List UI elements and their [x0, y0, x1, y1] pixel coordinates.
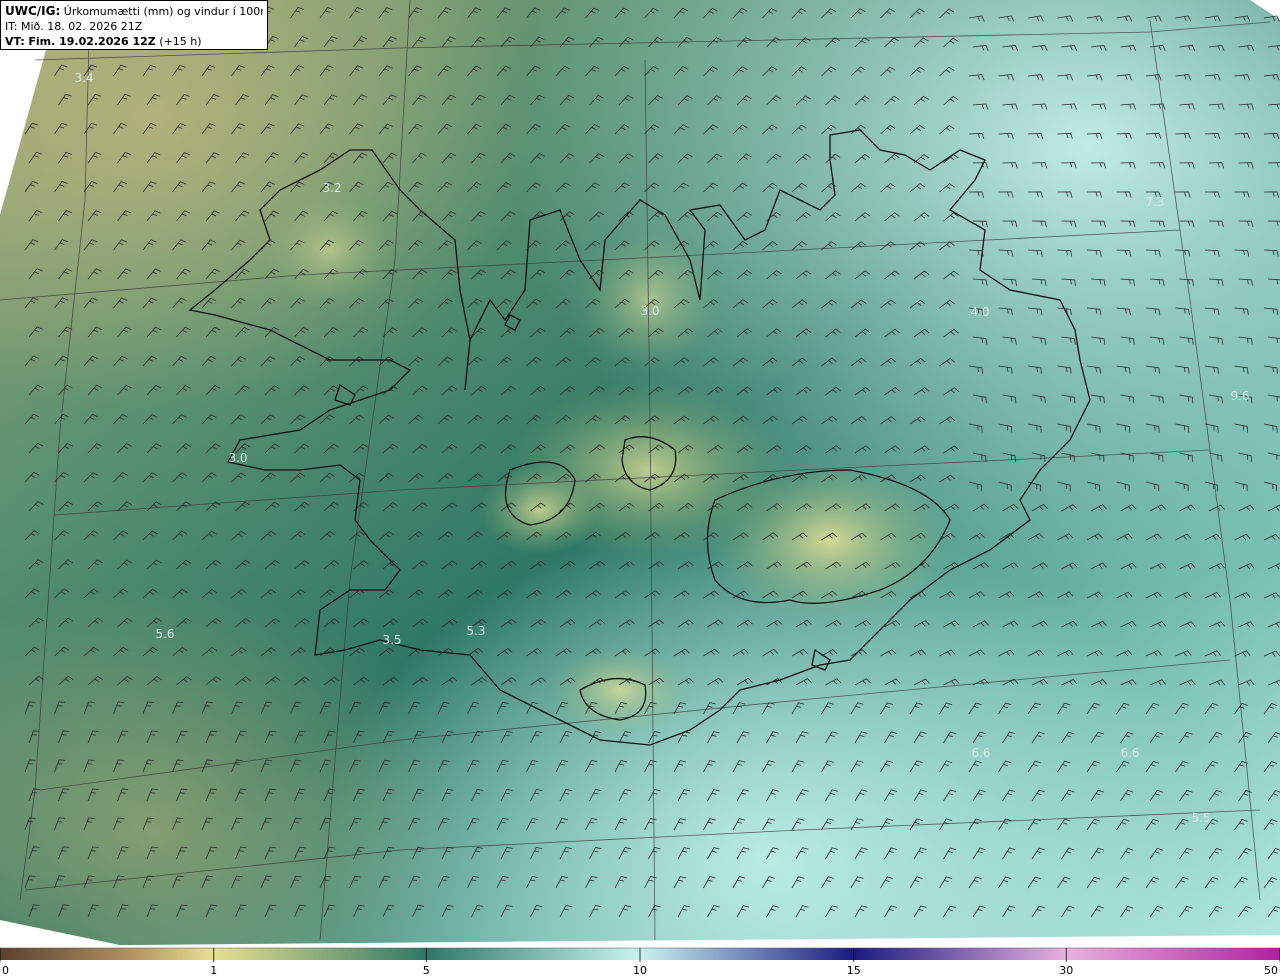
vt-label: VT:: [5, 35, 25, 48]
header-title-line: UWC/IG: Úrkomumætti (mm) og vindur í 100…: [5, 4, 263, 19]
colorbar-tick-label: 5: [423, 964, 430, 977]
colorbar-tick-label: 50: [1264, 964, 1278, 977]
value-label: 9.6: [1230, 389, 1249, 403]
vt-value: Fim. 19.02.2026 12Z: [28, 35, 156, 48]
colorbar-tick-label: 30: [1059, 964, 1073, 977]
colorbar-tick-label: 1: [210, 964, 217, 977]
value-label: 6.6: [1120, 746, 1139, 760]
vt-lead: (+15 h): [159, 35, 202, 48]
value-label: 5.5: [1191, 811, 1210, 825]
colorbar: 0 1 5 10 15 30 50: [0, 947, 1280, 977]
value-label: 6.6: [971, 746, 990, 760]
value-label: 3.2: [322, 181, 341, 195]
header-vt-line: VT: Fim. 19.02.2026 12Z (+15 h): [5, 34, 263, 49]
precipitation-field: [0, 0, 1280, 945]
value-label: 3.0: [640, 304, 659, 318]
colorbar-tick-label: 10: [633, 964, 647, 977]
map-header: UWC/IG: Úrkomumætti (mm) og vindur í 100…: [0, 0, 268, 50]
it-label: IT:: [5, 20, 18, 33]
value-label: 5.3: [466, 624, 485, 638]
product-code: UWC/IG:: [5, 4, 61, 18]
colorbar-tick-label: 15: [847, 964, 861, 977]
header-it-line: IT: Mið. 18. 02. 2026 21Z: [5, 19, 263, 34]
product-title: Úrkomumætti (mm) og vindur í 100m hæð: [63, 5, 263, 18]
value-label: 4.0: [970, 305, 989, 319]
colorbar-tick-label: 0: [2, 964, 9, 977]
value-label: 3.0: [228, 451, 247, 465]
forecast-map: 3.43.23.0 4.07.39.63.05.6 3.55.36.6 6.65.5 …: [0, 0, 1280, 977]
it-value: Mið. 18. 02. 2026 21Z: [20, 20, 143, 33]
value-label: 7.3: [1145, 195, 1164, 209]
value-label: 3.5: [382, 633, 401, 647]
value-label: 3.4: [74, 71, 93, 85]
value-label: 5.6: [155, 627, 174, 641]
